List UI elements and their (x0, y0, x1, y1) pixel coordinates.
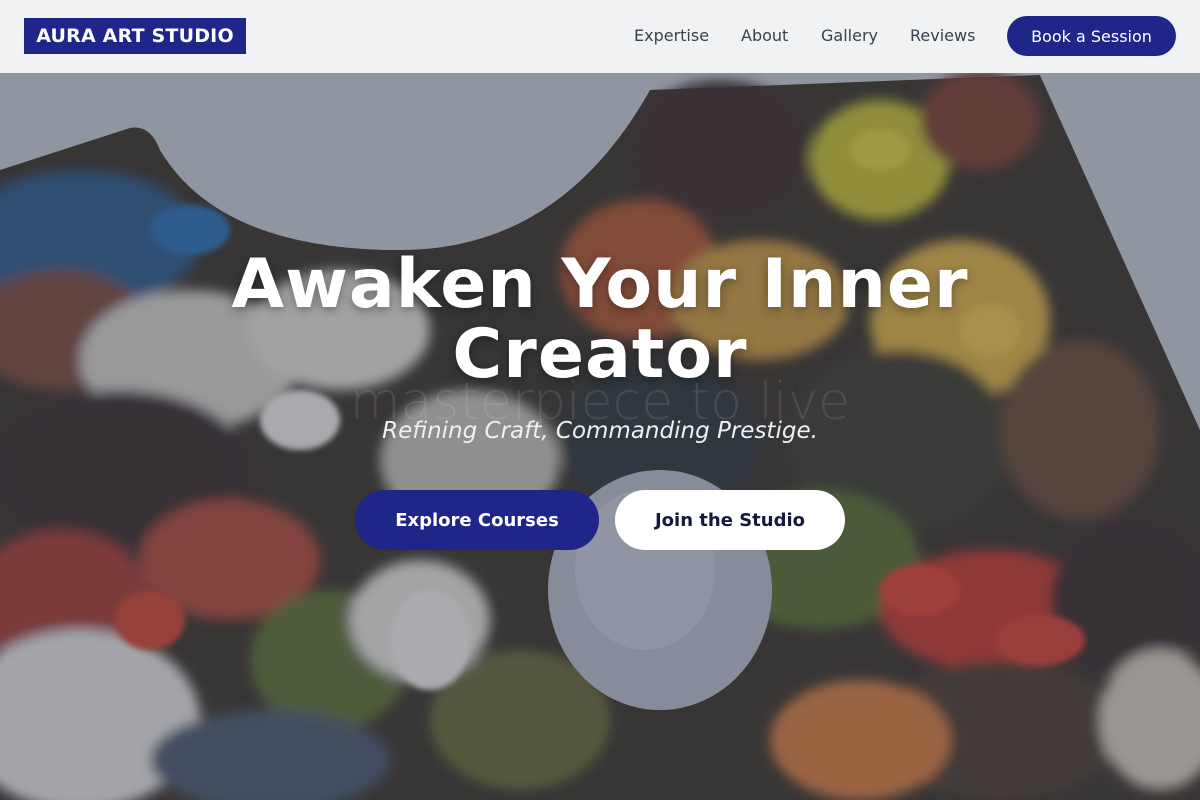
nav-link-expertise[interactable]: Expertise (634, 26, 709, 45)
nav-link-reviews[interactable]: Reviews (910, 26, 975, 45)
explore-courses-button[interactable]: Explore Courses (355, 490, 599, 550)
hero-title: Awaken Your Inner Creator (231, 245, 969, 394)
hero-section: masterpiece to live Awaken Your Inner Cr… (0, 0, 1200, 800)
nav-link-about[interactable]: About (741, 26, 788, 45)
book-session-button[interactable]: Book a Session (1007, 16, 1176, 56)
hero-subtitle: Refining Craft, Commanding Prestige. (382, 418, 818, 444)
site-header: AURA ART STUDIO Expertise About Gallery … (0, 0, 1200, 73)
nav-link-gallery[interactable]: Gallery (821, 26, 878, 45)
brand-logo[interactable]: AURA ART STUDIO (24, 18, 246, 54)
join-studio-button[interactable]: Join the Studio (615, 490, 845, 550)
